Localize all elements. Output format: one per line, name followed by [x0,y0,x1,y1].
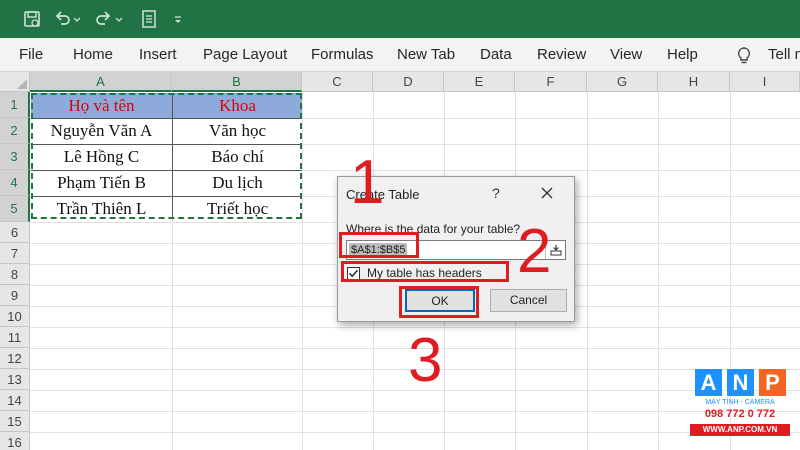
selection-marquee [31,93,302,219]
row-header-8[interactable]: 8 [0,264,30,285]
help-button[interactable]: ? [492,185,500,201]
undo-dropdown-icon[interactable] [72,9,82,29]
highlight-range-box [339,232,419,258]
tab-data[interactable]: Data [480,46,512,63]
column-header-f[interactable]: F [515,72,587,92]
column-header-a[interactable]: A [30,72,172,92]
logo-letter-p: P [759,369,786,396]
range-select-icon [550,245,562,256]
title-bar [0,0,800,38]
logo-tagline: MÁY TÍNH - CAMERA [705,399,775,406]
tab-formulas[interactable]: Formulas [311,46,374,63]
column-header-e[interactable]: E [444,72,515,92]
tab-insert[interactable]: Insert [139,46,177,63]
logo-letter-n: N [727,369,754,396]
tab-help[interactable]: Help [667,46,698,63]
column-header-h[interactable]: H [658,72,730,92]
redo-icon[interactable] [94,9,114,29]
row-header-12[interactable]: 12 [0,348,30,369]
row-header-13[interactable]: 13 [0,369,30,390]
step-2-label: 2 [517,217,552,286]
redo-dropdown-icon[interactable] [114,9,124,29]
tab-view[interactable]: View [610,46,642,63]
lightbulb-icon[interactable] [736,46,752,66]
column-header-c[interactable]: C [302,72,373,92]
column-header-d[interactable]: D [373,72,444,92]
logo-letter-a: A [695,369,722,396]
logo-website: WWW.ANP.COM.VN [690,424,790,436]
row-header-15[interactable]: 15 [0,411,30,432]
logo-phone: 098 772 0 772 [704,408,776,420]
row-header-9[interactable]: 9 [0,285,30,306]
tab-new-tab[interactable]: New Tab [397,46,455,63]
tell-me-search[interactable]: Tell m [768,46,800,63]
column-header-g[interactable]: G [587,72,658,92]
customize-toolbar-icon[interactable] [172,9,184,29]
tab-file[interactable]: File [19,46,43,63]
row-header-10[interactable]: 10 [0,306,30,327]
cancel-button[interactable]: Cancel [490,289,567,312]
ribbon-tab-bar: File Home Insert Page Layout Formulas Ne… [0,38,800,72]
row-header-5[interactable]: 5 [0,196,30,222]
column-header-i[interactable]: I [730,72,800,92]
step-1-label: 1 [350,148,385,217]
row-header-14[interactable]: 14 [0,390,30,411]
tab-home[interactable]: Home [73,46,113,63]
row-header-3[interactable]: 3 [0,144,30,170]
autosave-icon[interactable] [22,9,42,29]
highlight-ok-box [399,286,479,318]
tab-review[interactable]: Review [537,46,586,63]
row-header-2[interactable]: 2 [0,118,30,144]
select-all-corner[interactable] [0,72,30,92]
step-3-label: 3 [408,326,443,395]
form-icon[interactable] [139,9,159,29]
tab-page-layout[interactable]: Page Layout [203,46,287,63]
highlight-checkbox-box [341,261,509,282]
row-header-11[interactable]: 11 [0,327,30,348]
row-header-4[interactable]: 4 [0,170,30,196]
row-header-16[interactable]: 16 [0,432,30,450]
row-header-1[interactable]: 1 [0,92,30,118]
row-header-6[interactable]: 6 [0,222,30,243]
column-header-b[interactable]: B [172,72,302,92]
undo-icon[interactable] [52,9,72,29]
close-icon[interactable] [536,183,558,203]
row-header-7[interactable]: 7 [0,243,30,264]
